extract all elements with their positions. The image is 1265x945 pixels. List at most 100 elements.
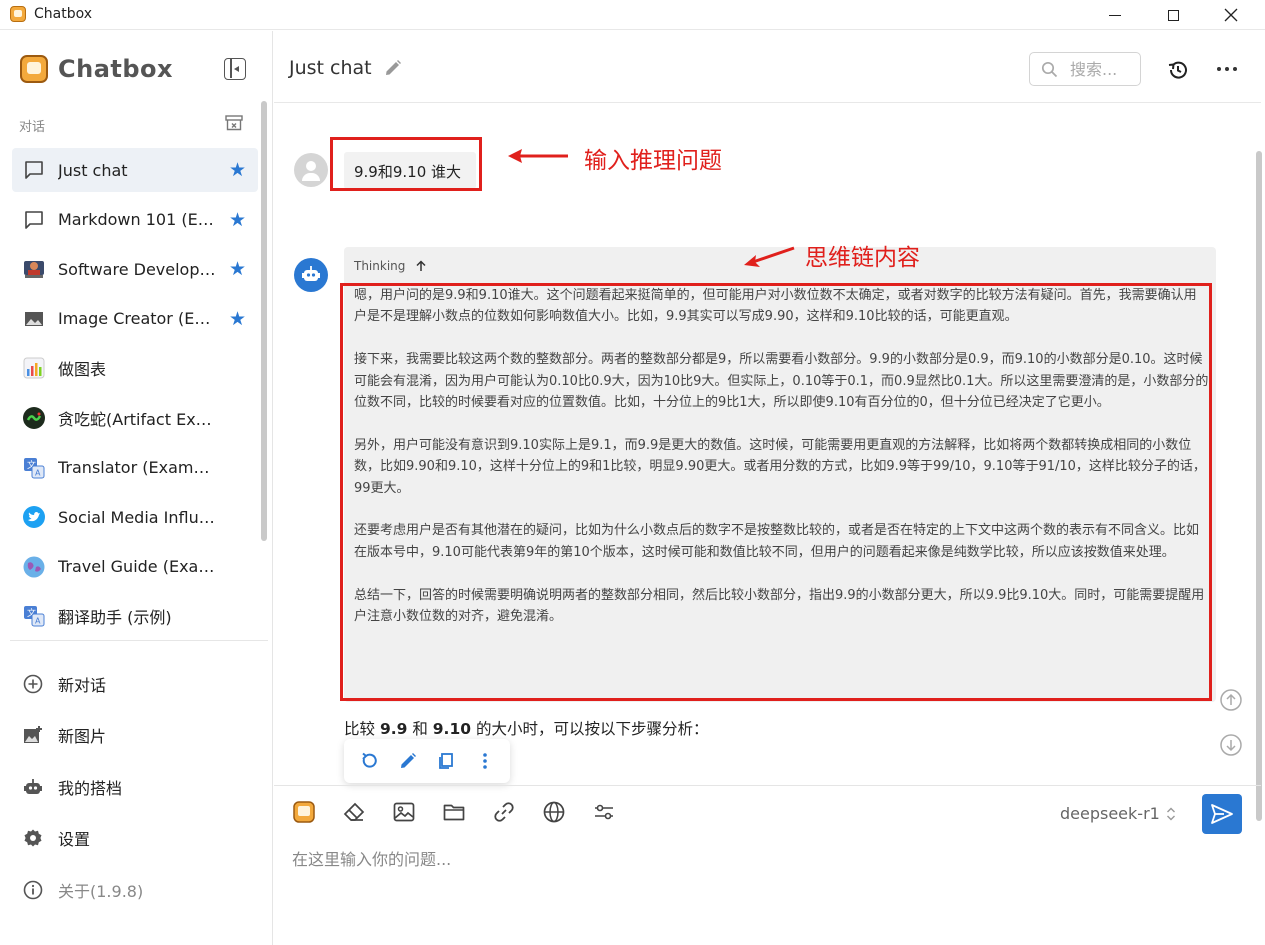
star-icon[interactable]: ★: [229, 159, 246, 181]
translate-icon: 文A: [22, 456, 46, 480]
conversation-item-software-developer[interactable]: Software Developer (Example) ★: [12, 247, 258, 291]
edit-pencil-icon[interactable]: [384, 59, 402, 77]
eraser-icon: [343, 802, 365, 821]
scroll-to-bottom-button[interactable]: [1219, 733, 1243, 757]
nav-label: 新对话: [58, 675, 107, 695]
message-actions: [344, 739, 510, 783]
chat-bubble-icon: [22, 158, 46, 182]
svg-text:A: A: [35, 468, 41, 477]
star-icon[interactable]: ★: [229, 308, 246, 330]
search-input[interactable]: [1070, 59, 1136, 79]
title-bar: Chatbox: [0, 0, 1265, 30]
attach-file-button[interactable]: [442, 800, 466, 824]
more-options-button[interactable]: [1217, 67, 1237, 71]
chatbox-app-icon: [10, 6, 26, 22]
collapse-sidebar-button[interactable]: [224, 58, 246, 80]
conversation-item-translation-assistant[interactable]: 文A 翻译助手 (示例): [12, 594, 258, 638]
copy-message-button[interactable]: [432, 747, 460, 775]
globe-icon: [543, 801, 565, 823]
conversation-item-just-chat[interactable]: Just chat ★: [12, 148, 258, 192]
archive-icon[interactable]: [225, 115, 243, 131]
conversation-label: Just chat: [58, 160, 128, 180]
regenerate-button[interactable]: [355, 747, 383, 775]
scroll-to-top-button[interactable]: [1219, 688, 1243, 712]
send-button[interactable]: [1202, 794, 1242, 834]
folder-icon: [443, 804, 465, 821]
link-icon: [494, 802, 514, 822]
conversation-label: Travel Guide (Example): [58, 557, 216, 577]
copy-icon: [439, 753, 454, 769]
maximize-button[interactable]: [1150, 0, 1196, 30]
copilot-button[interactable]: [292, 800, 316, 824]
star-icon[interactable]: ★: [229, 258, 246, 280]
chat-bubble-icon: [22, 208, 46, 232]
answer-text: 和: [407, 720, 433, 738]
close-button[interactable]: [1208, 0, 1254, 30]
conversation-item-social-media[interactable]: Social Media Influencer (Example): [12, 495, 258, 539]
conversation-item-translator[interactable]: 文A Translator (Example): [12, 446, 258, 490]
web-search-button[interactable]: [542, 800, 566, 824]
model-selector[interactable]: deepseek-r1: [1060, 804, 1176, 823]
conversation-list: Just chat ★ Markdown 101 (Example) ★ Sof…: [12, 148, 258, 644]
edit-pencil-icon: [400, 753, 416, 768]
attach-link-button[interactable]: [492, 800, 516, 824]
answer-number: 9.10: [432, 720, 472, 738]
chat-scrollbar[interactable]: [1256, 151, 1262, 821]
brand-name: Chatbox: [58, 55, 174, 83]
gear-icon: [22, 827, 44, 849]
image-icon: [393, 802, 415, 822]
sidebar-scrollbar[interactable]: [261, 101, 267, 541]
thinking-toggle[interactable]: Thinking: [354, 259, 427, 273]
search-box[interactable]: [1029, 52, 1141, 86]
edit-message-button[interactable]: [394, 747, 422, 775]
clear-context-button[interactable]: [342, 800, 366, 824]
history-icon[interactable]: [1167, 59, 1189, 81]
snake-game-icon: [22, 406, 46, 430]
answer-number: 9.9: [379, 720, 408, 738]
chart-icon: [22, 356, 46, 380]
conversation-item-image-creator[interactable]: Image Creator (Example) ★: [12, 297, 258, 341]
annotation-arrow-icon: [744, 246, 795, 267]
chatbox-logo-icon: [293, 801, 315, 823]
chatbox-logo-icon: [20, 55, 48, 83]
star-icon[interactable]: ★: [229, 209, 246, 231]
question-annotation-box: [330, 137, 482, 191]
nav-label: 我的搭档: [58, 778, 123, 798]
search-icon: [1041, 61, 1058, 78]
refresh-icon: [362, 752, 377, 768]
settings-button[interactable]: 设置: [22, 813, 143, 865]
vertical-dots-icon: [482, 753, 487, 769]
assistant-avatar: [294, 258, 328, 292]
sliders-icon: [595, 804, 613, 820]
conversation-item-snake[interactable]: 贪吃蛇(Artifact Example): [12, 396, 258, 440]
composer-toolbar: [292, 800, 616, 824]
conversation-item-markdown[interactable]: Markdown 101 (Example) ★: [12, 198, 258, 242]
new-chat-button[interactable]: 新对话: [22, 658, 143, 710]
attach-image-button[interactable]: [392, 800, 416, 824]
conversation-label: Markdown 101 (Example): [58, 210, 216, 230]
sidebar-divider: [10, 640, 268, 641]
developer-avatar-icon: [22, 257, 46, 281]
send-icon: [1211, 804, 1233, 824]
message-more-button[interactable]: [471, 747, 499, 775]
about-button[interactable]: 关于(1.9.8): [22, 864, 143, 916]
answer-text: 比较: [344, 720, 380, 738]
new-image-button[interactable]: 新图片: [22, 710, 143, 762]
my-copilots-button[interactable]: 我的搭档: [22, 761, 143, 813]
nav-label: 新图片: [58, 727, 107, 747]
conversation-label: 贪吃蛇(Artifact Example): [58, 409, 216, 429]
conversation-item-travel-guide[interactable]: Travel Guide (Example): [12, 545, 258, 589]
minimize-button[interactable]: [1092, 0, 1138, 30]
svg-text:A: A: [35, 617, 41, 626]
thinking-annotation-box: [340, 283, 1212, 701]
conversation-label: Social Media Influencer (Example): [58, 507, 216, 527]
arrow-up-icon: [416, 260, 426, 271]
message-input[interactable]: [292, 846, 1232, 926]
chat-header: Just chat: [274, 31, 1261, 103]
chat-settings-button[interactable]: [592, 800, 616, 824]
nav-label: 设置: [58, 830, 91, 850]
conversation-label: Translator (Example): [58, 458, 216, 478]
conversation-item-chart[interactable]: 做图表: [12, 346, 258, 390]
close-icon: [1224, 8, 1238, 22]
annotation-arrow-icon: [508, 149, 568, 163]
